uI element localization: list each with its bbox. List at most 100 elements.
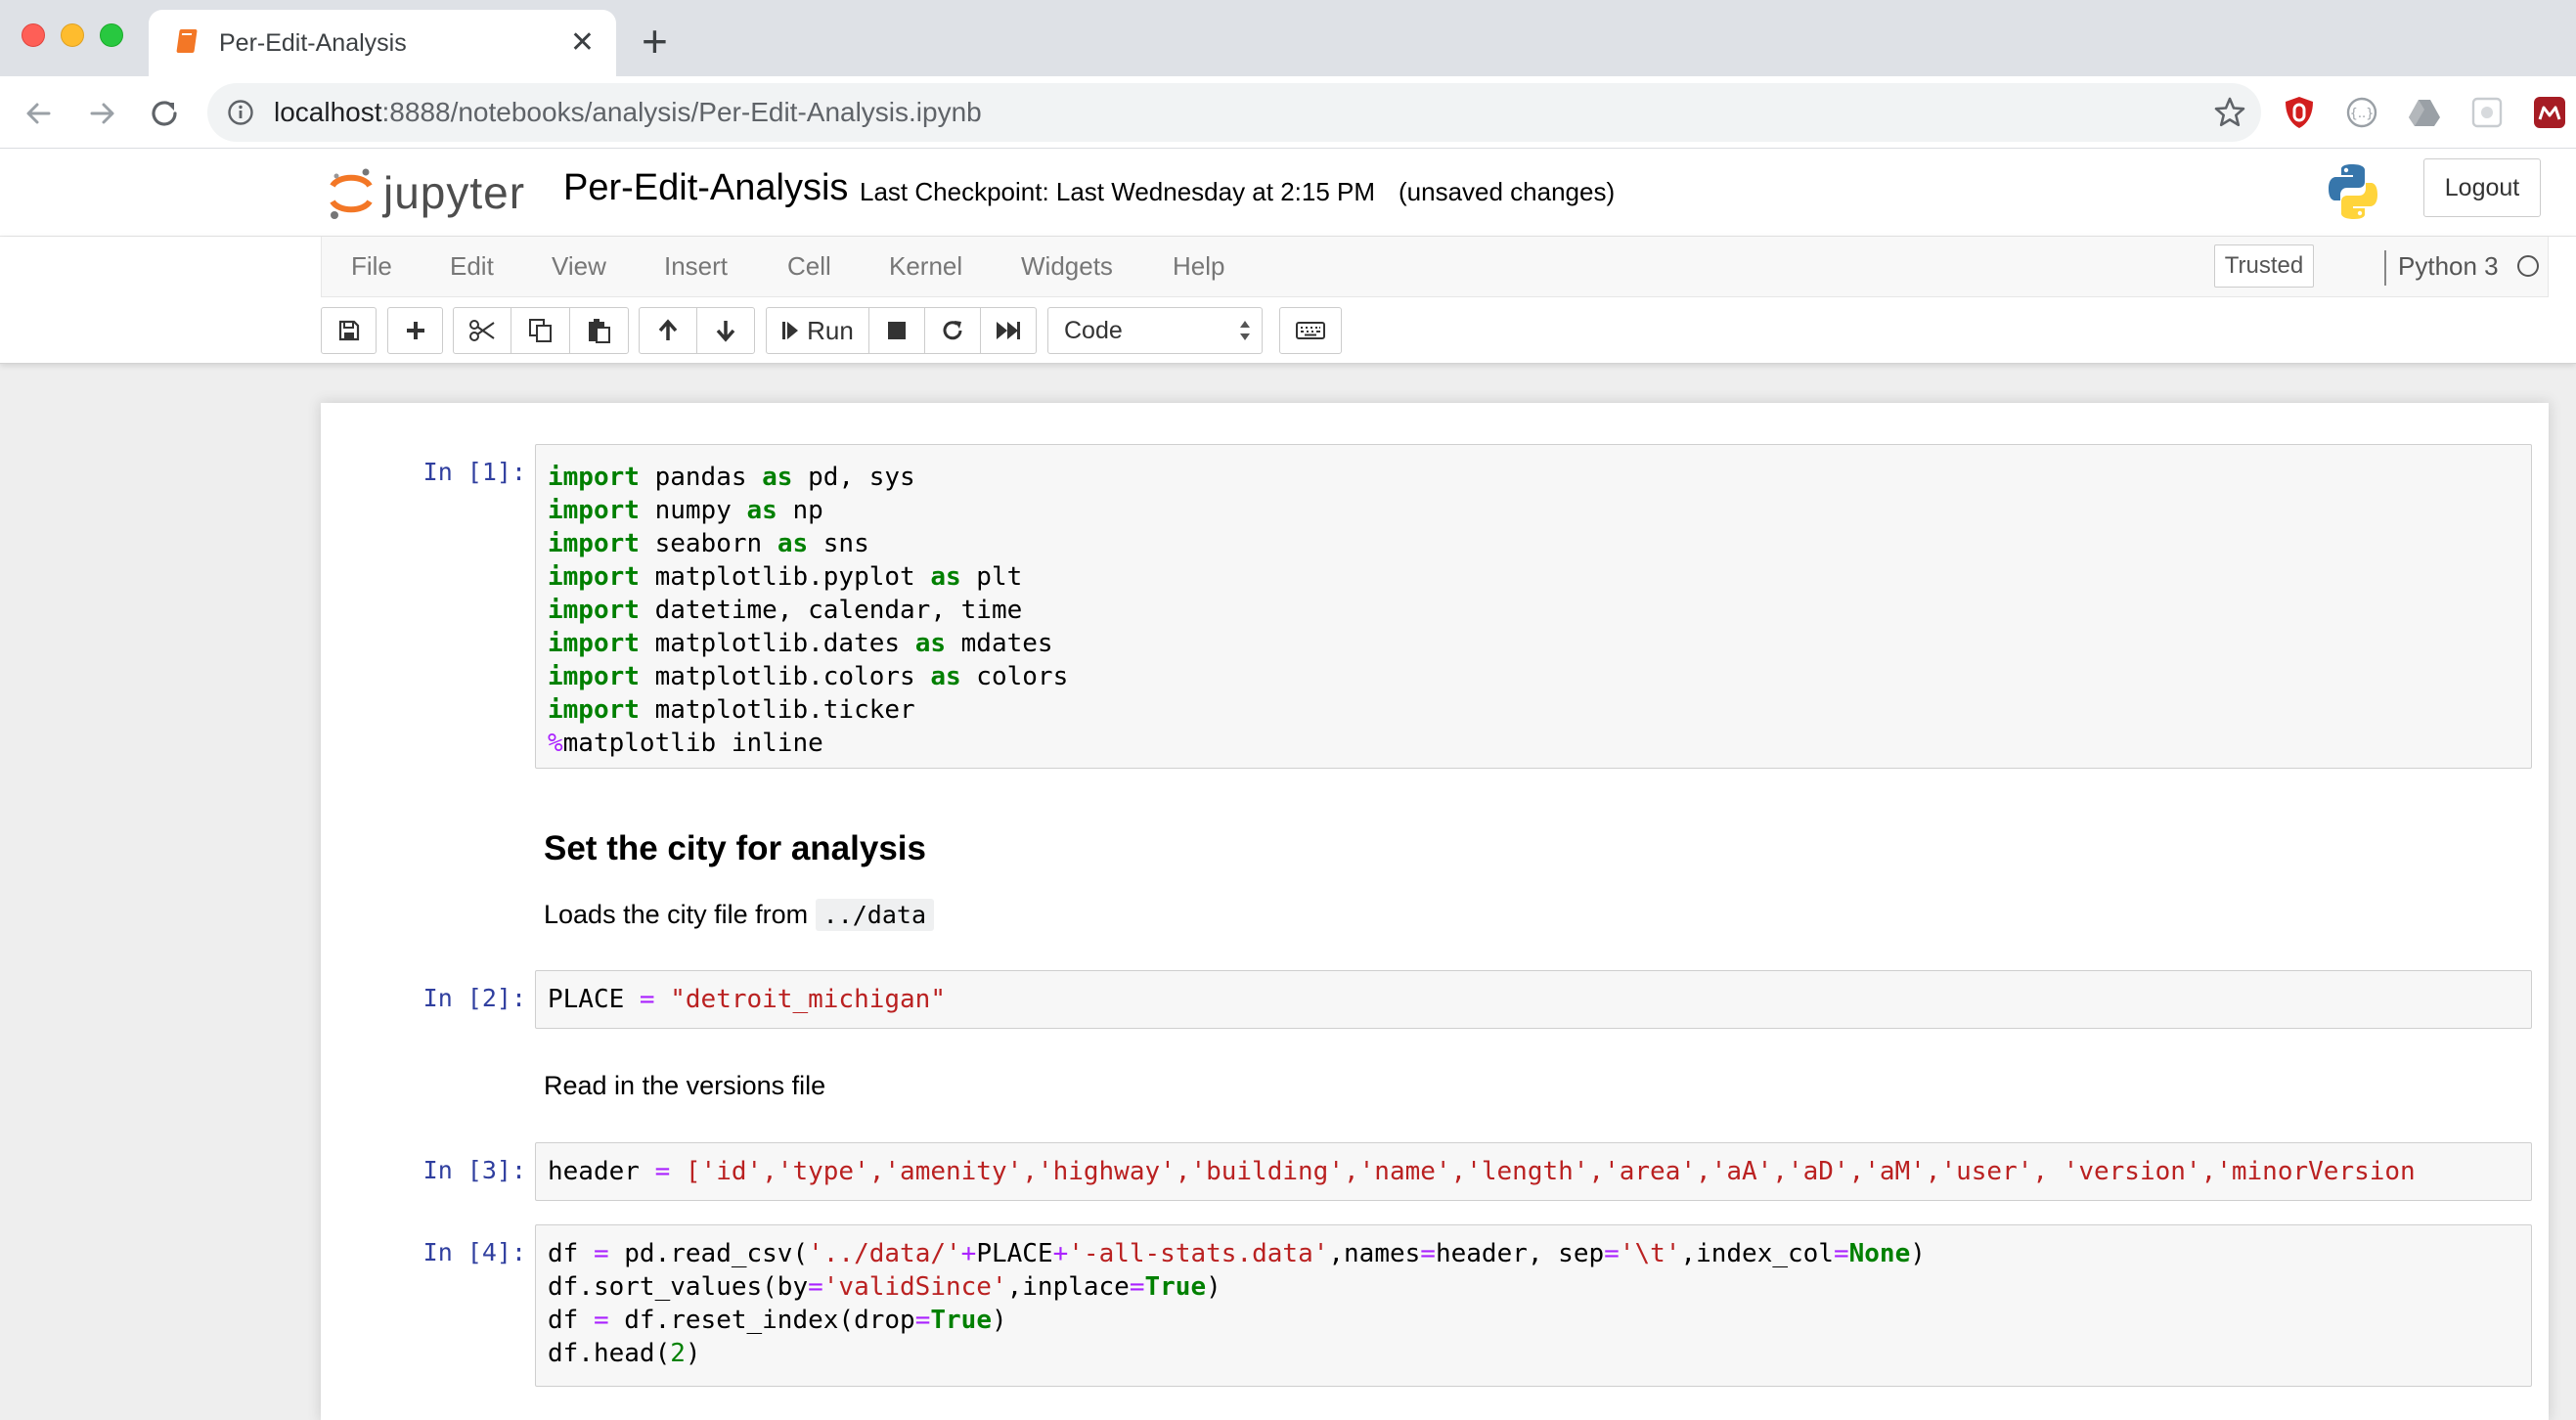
python-logo-icon xyxy=(2329,164,2377,219)
menu-cell[interactable]: Cell xyxy=(787,237,831,295)
code-line: df = df.reset_index(drop=True) xyxy=(548,1306,1007,1335)
cell-2-input[interactable]: PLACE = "detroit_michigan" xyxy=(535,970,2532,1029)
extension-icon[interactable] xyxy=(2468,94,2506,131)
profile-icon[interactable] xyxy=(2531,94,2568,131)
notebook-container: In [1]: import pandas as pd, sys import … xyxy=(321,403,2549,1420)
cell-1-input[interactable]: import pandas as pd, sys import numpy as… xyxy=(535,444,2532,769)
restart-run-all-button[interactable] xyxy=(980,307,1037,354)
forward-icon[interactable] xyxy=(82,94,121,133)
cell-2-prompt: In [2]: xyxy=(422,984,526,1012)
menu-edit[interactable]: Edit xyxy=(450,237,494,295)
cell-3-input[interactable]: header = ['id','type','amenity','highway… xyxy=(535,1142,2532,1201)
extension-icon[interactable]: {..} xyxy=(2343,94,2380,131)
code-line: import numpy as np xyxy=(548,496,823,525)
inline-code: ../data xyxy=(815,899,934,931)
save-icon xyxy=(338,320,359,341)
unsaved-status: (unsaved changes) xyxy=(1399,177,1616,206)
fast-forward-icon xyxy=(997,322,1020,339)
browser-tab[interactable]: Per-Edit-Analysis ✕ xyxy=(149,10,616,76)
logout-button[interactable]: Logout xyxy=(2423,158,2541,217)
copy-button[interactable] xyxy=(511,307,570,354)
notebook-title[interactable]: Per-Edit-Analysis xyxy=(563,160,848,215)
new-tab-icon[interactable]: + xyxy=(642,12,668,70)
code-line: import pandas as pd, sys xyxy=(548,463,915,492)
copy-icon xyxy=(528,319,552,342)
code-line: df = pd.read_csv('../data/'+PLACE+'-all-… xyxy=(548,1239,1926,1268)
url-text[interactable]: localhost:8888/notebooks/analysis/Per-Ed… xyxy=(274,83,982,142)
code-line: import matplotlib.colors as colors xyxy=(548,662,1069,691)
menu-help[interactable]: Help xyxy=(1173,237,1224,295)
save-button[interactable] xyxy=(321,307,377,354)
address-bar[interactable]: localhost:8888/notebooks/analysis/Per-Ed… xyxy=(207,83,2261,142)
keyboard-icon xyxy=(1296,322,1325,339)
restart-icon xyxy=(943,321,962,340)
cell-3-code: header = ['id','type','amenity','highway… xyxy=(548,1157,2416,1186)
cell-1-code: import pandas as pd, sys import numpy as… xyxy=(548,461,1068,760)
cell-3-prompt: In [3]: xyxy=(422,1156,526,1184)
menu-file[interactable]: File xyxy=(351,237,392,295)
arrow-up-icon xyxy=(658,319,678,340)
tab-title: Per-Edit-Analysis xyxy=(219,29,407,57)
cell-4-code: df = pd.read_csv('../data/'+PLACE+'-all-… xyxy=(548,1237,1926,1370)
markdown-heading: Set the city for analysis xyxy=(544,829,926,867)
code-line: import matplotlib.ticker xyxy=(548,695,915,725)
stop-icon xyxy=(888,322,906,339)
cut-button[interactable] xyxy=(453,307,511,354)
run-label: Run xyxy=(807,315,854,345)
back-icon[interactable] xyxy=(20,94,59,133)
paste-button[interactable] xyxy=(569,307,629,354)
ublock-icon[interactable] xyxy=(2281,94,2318,131)
svg-text:{..}: {..} xyxy=(2350,107,2375,121)
run-button[interactable]: Run xyxy=(766,307,869,354)
menu-view[interactable]: View xyxy=(552,237,606,295)
jupyter-logo[interactable]: jupyter xyxy=(327,160,542,225)
arrow-down-icon xyxy=(716,321,735,342)
browser-tab-bar: Per-Edit-Analysis ✕ + xyxy=(0,0,2576,76)
menu-insert[interactable]: Insert xyxy=(664,237,728,295)
window-minimize-button[interactable] xyxy=(61,23,84,47)
restart-button[interactable] xyxy=(924,307,981,354)
cell-type-select[interactable]: Code xyxy=(1047,307,1263,354)
jupyter-header: jupyter Per-Edit-Analysis Last Checkpoin… xyxy=(0,149,2576,237)
code-line: %matplotlib inline xyxy=(548,729,823,758)
markdown-text: Loads the city file from ../data xyxy=(544,897,934,933)
cell-4-input[interactable]: df = pd.read_csv('../data/'+PLACE+'-all-… xyxy=(535,1224,2532,1387)
reload-icon[interactable] xyxy=(145,94,184,133)
cell-4-prompt: In [4]: xyxy=(422,1238,526,1266)
move-up-button[interactable] xyxy=(639,307,697,354)
trusted-indicator[interactable]: Trusted xyxy=(2214,244,2314,288)
drive-icon[interactable] xyxy=(2406,94,2443,131)
interrupt-button[interactable] xyxy=(868,307,925,354)
command-palette-button[interactable] xyxy=(1279,307,1342,354)
code-line: df.sort_values(by='validSince',inplace=T… xyxy=(548,1272,1221,1302)
window-zoom-button[interactable] xyxy=(100,23,123,47)
kernel-name[interactable]: Python 3 xyxy=(2398,244,2499,288)
kernel-divider xyxy=(2384,250,2386,286)
code-line: import matplotlib.pyplot as plt xyxy=(548,562,1023,592)
scissors-icon xyxy=(469,320,495,341)
jupyter-logo-text: jupyter xyxy=(383,167,526,218)
cell-type-value: Code xyxy=(1064,317,1123,344)
code-line: import matplotlib.dates as mdates xyxy=(548,629,1053,658)
paste-icon xyxy=(588,319,610,343)
checkpoint-status: Last Checkpoint: Last Wednesday at 2:15 … xyxy=(860,177,1376,206)
jupyter-logo-icon xyxy=(330,168,373,219)
window-close-button[interactable] xyxy=(22,23,45,47)
menu-kernel[interactable]: Kernel xyxy=(889,237,962,295)
tab-close-icon[interactable]: ✕ xyxy=(570,10,595,76)
cell-1-prompt: In [1]: xyxy=(422,458,526,486)
cell-2-code: PLACE = "detroit_michigan" xyxy=(548,985,946,1014)
insert-cell-button[interactable] xyxy=(387,307,443,354)
code-line: import seaborn as sns xyxy=(548,529,869,558)
code-line: import datetime, calendar, time xyxy=(548,596,1023,625)
notebook-favicon-icon xyxy=(176,29,198,53)
plus-icon xyxy=(406,322,424,339)
markdown-text: Read in the versions file xyxy=(544,1071,826,1100)
star-icon[interactable] xyxy=(2212,95,2247,130)
step-forward-icon xyxy=(782,322,799,339)
kernel-idle-icon xyxy=(2517,255,2539,277)
select-arrows-icon xyxy=(1240,321,1250,340)
info-icon[interactable] xyxy=(227,99,254,126)
move-down-button[interactable] xyxy=(696,307,755,354)
menu-widgets[interactable]: Widgets xyxy=(1021,237,1113,295)
